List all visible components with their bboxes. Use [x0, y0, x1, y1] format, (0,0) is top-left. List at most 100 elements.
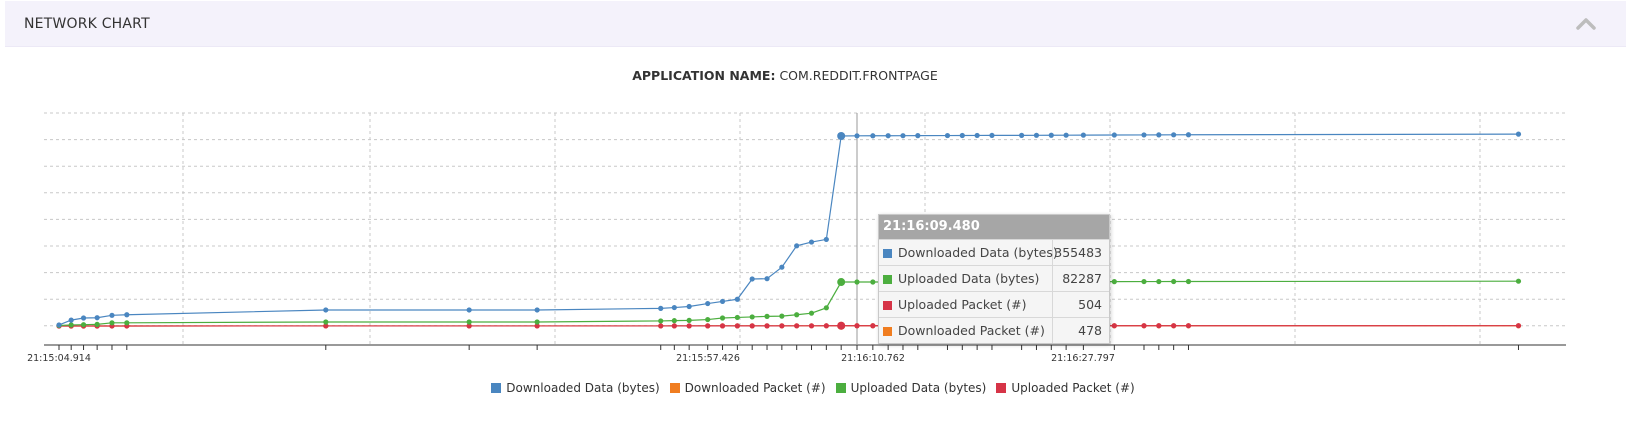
data-point: [749, 323, 755, 329]
data-point: [794, 323, 800, 329]
data-point: [719, 323, 726, 329]
legend-item[interactable]: Uploaded Data (bytes): [835, 381, 986, 395]
data-point: [323, 319, 329, 325]
chart-tooltip: 21:16:09.480 Downloaded Data (bytes) 3554…: [878, 214, 1110, 344]
data-point: [823, 305, 829, 311]
data-point: [808, 239, 815, 245]
tooltip-row: Uploaded Packet (#) 504: [879, 291, 1109, 317]
data-point: [794, 312, 800, 318]
data-point: [808, 323, 815, 329]
x-tick-label: 21:15:04.914: [27, 353, 91, 364]
legend-item[interactable]: Uploaded Packet (#): [996, 381, 1135, 395]
legend-swatch: [835, 383, 846, 393]
data-point: [56, 322, 62, 328]
data-point: [823, 323, 829, 329]
tooltip-series-name: Uploaded Packet (#): [879, 292, 1053, 317]
data-point: [658, 323, 664, 329]
data-point: [1156, 132, 1162, 138]
data-point: [764, 276, 770, 282]
data-point: [854, 279, 860, 285]
data-point: [80, 322, 87, 328]
data-point: [1156, 323, 1162, 329]
data-point: [1185, 323, 1192, 329]
data-point: [719, 315, 726, 321]
data-point: [94, 315, 100, 321]
data-point: [870, 323, 876, 329]
data-point: [1156, 278, 1162, 285]
data-point: [1185, 278, 1192, 285]
legend-swatch: [996, 383, 1007, 393]
data-point: [1141, 278, 1147, 285]
data-point: [779, 313, 785, 319]
tooltip-row: Downloaded Data (bytes) 355483: [879, 239, 1109, 265]
data-point: [1063, 132, 1069, 138]
data-point: [1515, 131, 1522, 137]
data-point: [68, 317, 74, 323]
data-point: [671, 318, 677, 324]
data-point: [764, 313, 770, 319]
series-swatch: [883, 327, 892, 336]
data-point: [837, 278, 846, 287]
data-point: [1111, 132, 1117, 138]
data-point: [1048, 132, 1054, 138]
data-point: [749, 276, 755, 282]
data-point: [870, 279, 876, 285]
data-point: [705, 316, 711, 323]
data-point: [854, 133, 860, 139]
data-point: [534, 307, 540, 313]
legend-item[interactable]: Downloaded Packet (#): [669, 381, 826, 395]
data-point: [1111, 279, 1117, 285]
data-point: [1019, 132, 1025, 138]
data-point: [1515, 278, 1522, 284]
series-swatch: [883, 275, 892, 284]
series-line: [58, 280, 1519, 327]
series-swatch: [883, 301, 892, 310]
data-point: [323, 307, 329, 313]
data-point: [658, 318, 664, 324]
data-point: [466, 307, 472, 313]
data-point: [124, 312, 130, 318]
x-tick-label: 21:16:27.797: [1051, 353, 1115, 364]
data-point: [1171, 323, 1177, 329]
data-point: [534, 319, 540, 325]
data-point: [109, 320, 115, 326]
tooltip-series-name: Uploaded Data (bytes): [879, 266, 1053, 291]
data-point: [466, 319, 472, 325]
data-point: [1141, 323, 1147, 329]
legend-swatch: [669, 383, 680, 393]
data-point: [686, 317, 692, 323]
data-point: [854, 323, 860, 329]
data-point: [705, 323, 711, 329]
chart-legend: Downloaded Data (bytes) Downloaded Packet…: [0, 381, 1626, 395]
data-point: [686, 303, 692, 310]
data-point: [1111, 323, 1117, 329]
x-tick-label: 21:16:10.762: [841, 353, 905, 364]
data-point: [671, 323, 677, 329]
data-point: [94, 321, 100, 327]
tooltip-series-name: Downloaded Packet (#): [879, 318, 1053, 343]
legend-label: Downloaded Data (bytes): [506, 381, 660, 395]
tooltip-time: 21:16:09.480: [879, 215, 1109, 239]
data-point: [671, 304, 677, 311]
legend-label: Downloaded Packet (#): [684, 381, 826, 395]
legend-label: Uploaded Packet (#): [1011, 381, 1135, 395]
legend-item[interactable]: Downloaded Data (bytes): [491, 381, 660, 395]
data-point: [124, 320, 130, 326]
tooltip-series-name: Downloaded Data (bytes): [879, 240, 1058, 265]
data-point: [109, 312, 115, 318]
data-point: [779, 323, 785, 329]
legend-swatch: [491, 383, 502, 393]
data-point: [808, 310, 815, 316]
data-point: [870, 133, 876, 139]
data-point: [1515, 323, 1522, 329]
data-point: [1171, 132, 1177, 138]
tooltip-series-value: 355483: [1054, 245, 1102, 260]
series-line: [58, 133, 1519, 326]
data-point: [959, 132, 965, 139]
series-swatch: [883, 249, 892, 258]
data-point: [658, 305, 664, 311]
data-point: [944, 132, 951, 139]
tooltip-series-value: 478: [1078, 323, 1102, 338]
data-point: [885, 133, 891, 139]
data-point: [734, 323, 740, 329]
